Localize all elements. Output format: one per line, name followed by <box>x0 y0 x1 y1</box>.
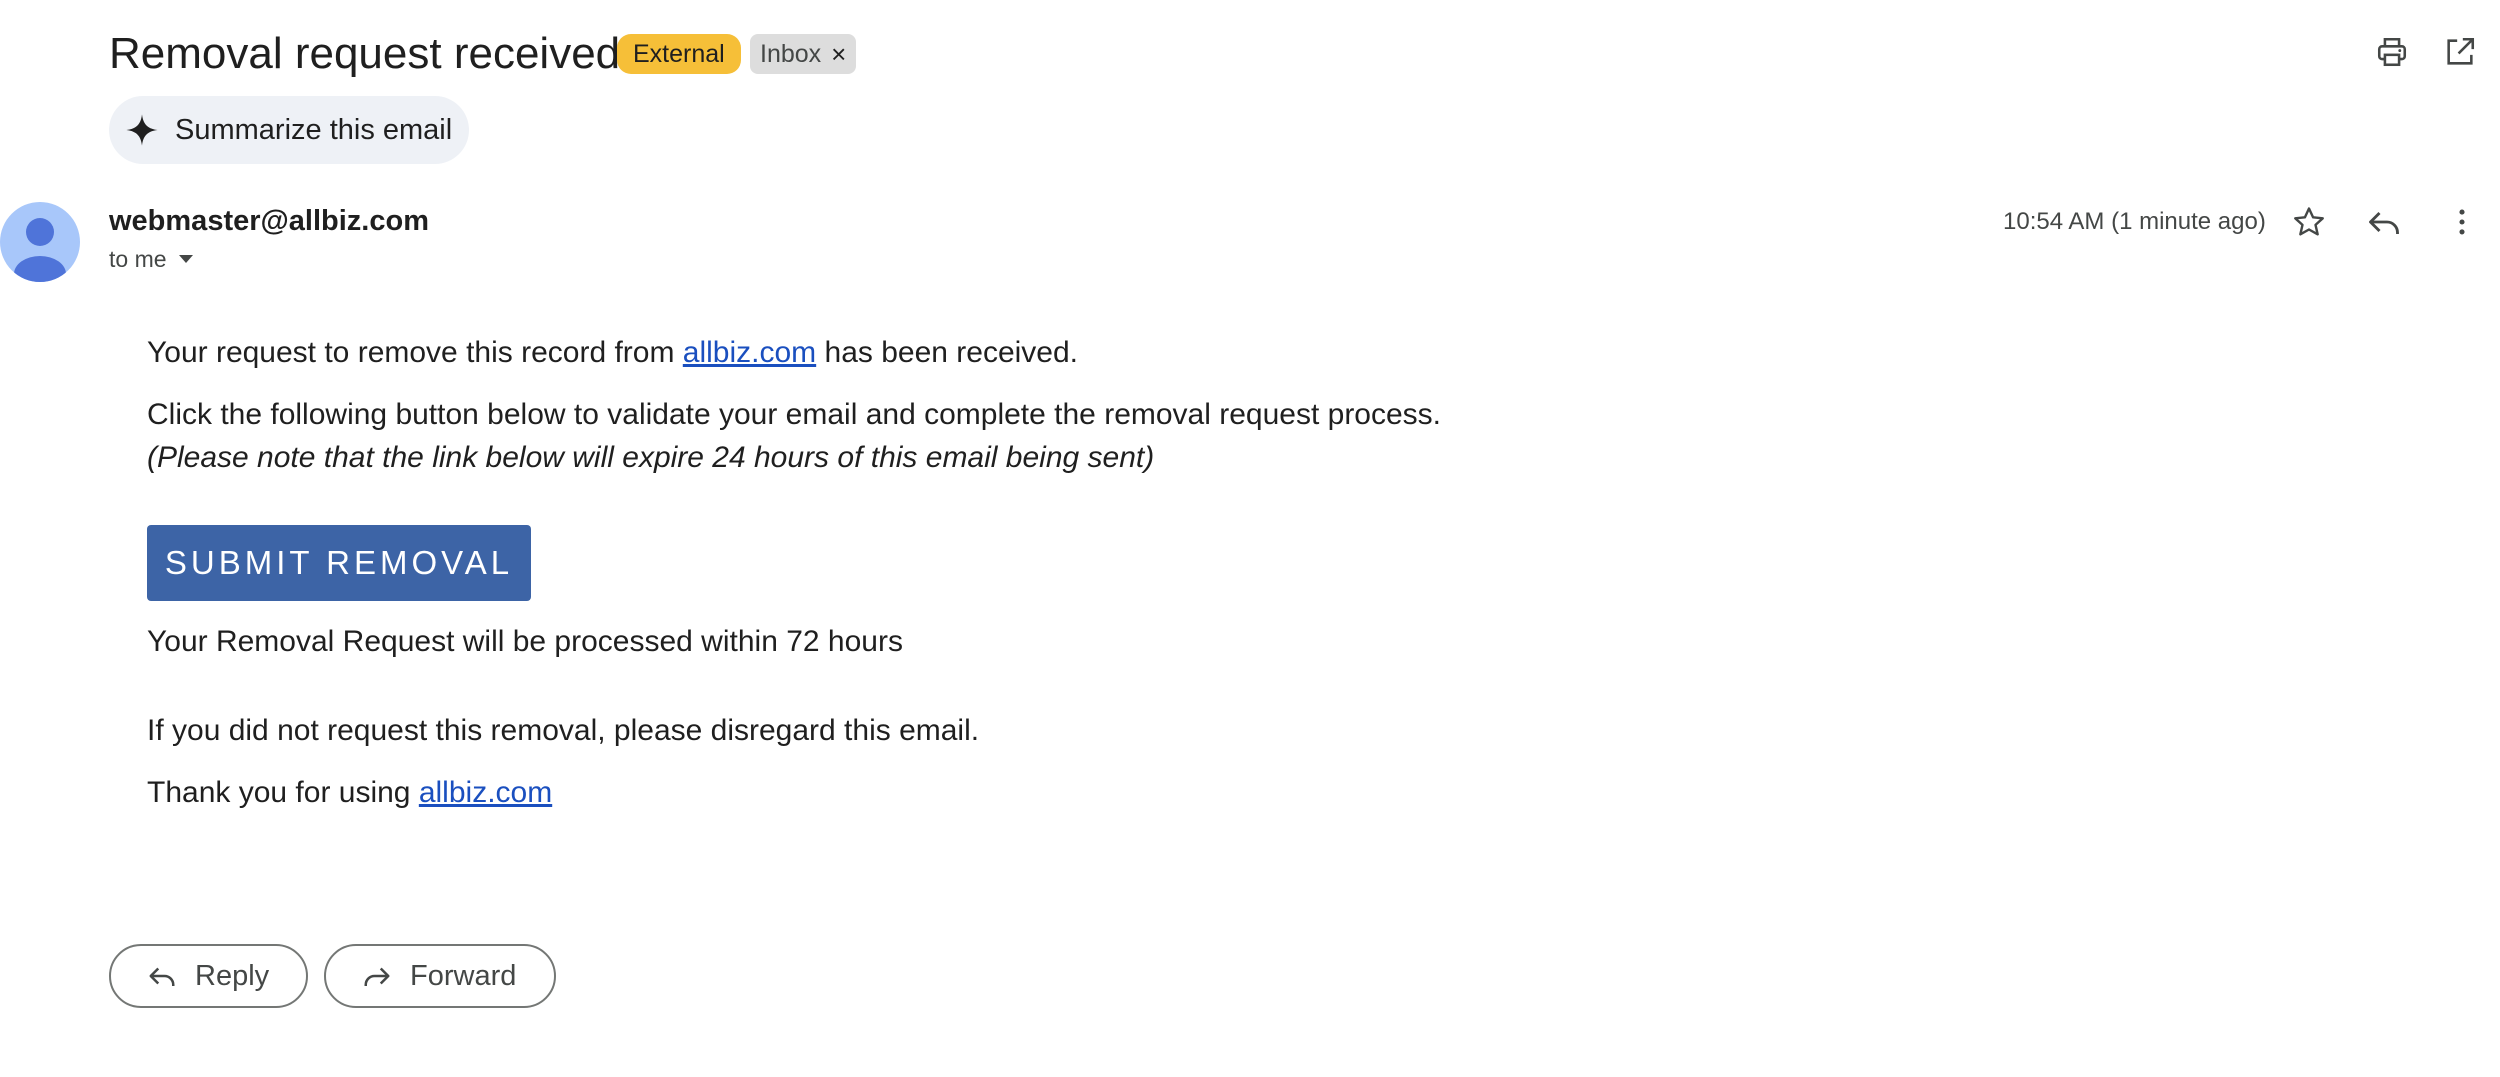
more-options-button[interactable] <box>2440 200 2484 244</box>
email-timestamp: 10:54 AM (1 minute ago) <box>2003 208 2266 235</box>
star-button[interactable] <box>2287 200 2331 244</box>
p6-text-before: Thank you for using <box>147 776 419 809</box>
recipient-label: to me <box>109 246 167 272</box>
inbox-label-text: Inbox <box>760 40 822 68</box>
more-vert-icon <box>2459 209 2465 235</box>
body-disregard-note: If you did not request this removal, ple… <box>147 714 980 747</box>
body-paragraph-instructions: Click the following button below to vali… <box>147 398 1442 431</box>
body-thanks: Thank you for using allbiz.com <box>147 773 552 813</box>
remove-label-button[interactable]: × <box>831 34 846 74</box>
print-icon <box>2377 37 2407 67</box>
body-expiry-note: (Please note that the link below will ex… <box>147 441 1155 474</box>
summarize-email-button[interactable]: Summarize this email <box>109 96 469 164</box>
sender-avatar[interactable] <box>0 202 80 282</box>
body-processing-note: Your Removal Request will be processed w… <box>147 625 903 658</box>
print-button[interactable] <box>2370 30 2414 74</box>
summarize-label: Summarize this email <box>175 113 453 146</box>
open-in-new-window-button[interactable] <box>2438 30 2482 74</box>
p1-text-after: has been received. <box>816 336 1079 369</box>
sender-address[interactable]: webmaster@allbiz.com <box>109 203 429 239</box>
reply-icon <box>149 967 175 986</box>
recipient-details-toggle[interactable]: to me <box>109 244 195 274</box>
star-icon <box>2294 207 2324 236</box>
forward-button[interactable]: Forward <box>324 944 556 1008</box>
reply-icon <box>2369 211 2399 234</box>
caret-down-icon <box>178 255 193 263</box>
submit-removal-button[interactable]: SUBMIT REMOVAL <box>147 525 531 601</box>
reply-label: Reply <box>195 959 270 992</box>
reply-icon-button[interactable] <box>2362 200 2406 244</box>
person-icon <box>14 218 66 282</box>
forward-icon <box>364 967 390 986</box>
open-in-new-icon <box>2447 37 2475 65</box>
body-paragraph-received: Your request to remove this record from … <box>147 333 1078 373</box>
allbiz-link-footer[interactable]: allbiz.com <box>419 776 552 809</box>
inbox-label-chip: Inbox × <box>750 34 857 74</box>
external-label-badge: External <box>617 34 741 74</box>
p1-text-before: Your request to remove this record from <box>147 336 683 369</box>
email-subject: Removal request received <box>109 29 621 78</box>
reply-button[interactable]: Reply <box>109 944 308 1008</box>
sparkle-icon <box>126 114 158 146</box>
forward-label: Forward <box>410 959 517 992</box>
allbiz-link[interactable]: allbiz.com <box>683 336 816 369</box>
